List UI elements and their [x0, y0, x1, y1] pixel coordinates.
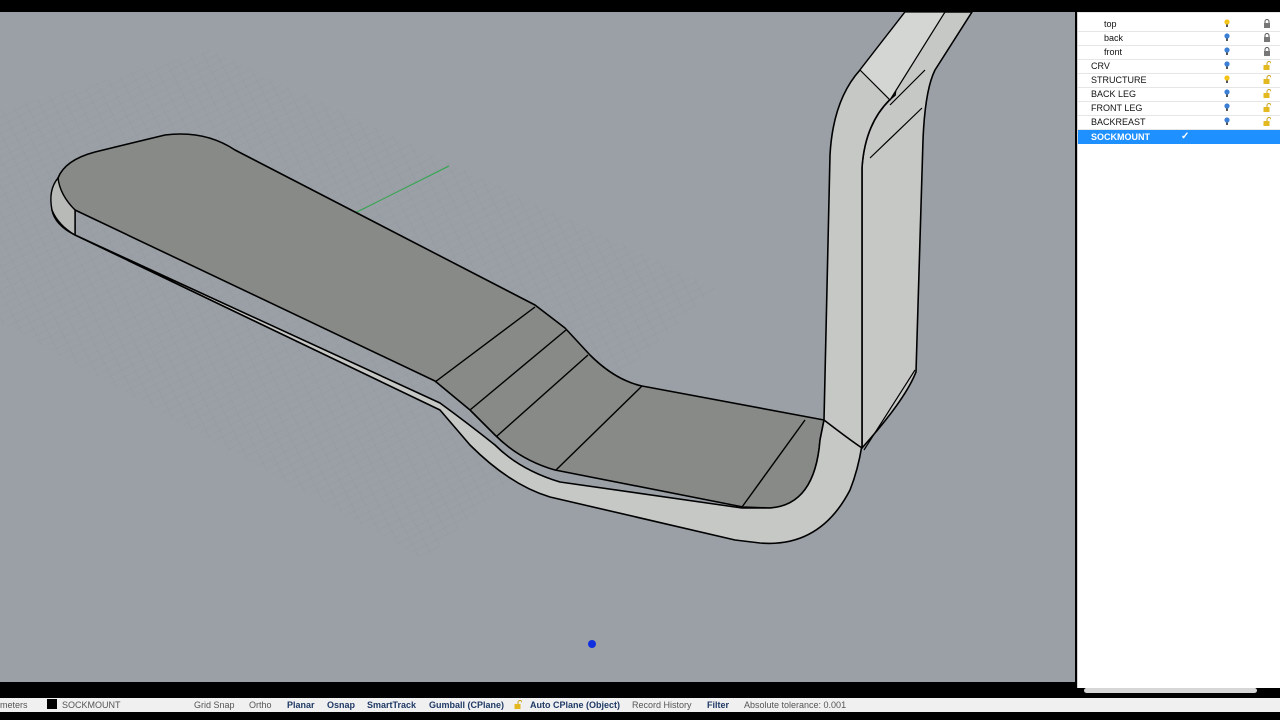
osnap-toggle[interactable]: Osnap: [327, 699, 355, 711]
lightbulb-icon[interactable]: [1224, 89, 1230, 97]
ortho-toggle[interactable]: Ortho: [249, 699, 272, 711]
tolerance-readout: Absolute tolerance: 0.001: [744, 700, 847, 710]
layer-name: top: [1104, 19, 1117, 29]
lock-icon: [514, 700, 522, 709]
unlock-icon[interactable]: [1263, 117, 1271, 126]
current-layer-readout[interactable]: SOCKMOUNT: [62, 699, 121, 711]
layer-name: BACKREAST: [1091, 117, 1146, 127]
filter-toggle[interactable]: Filter: [707, 699, 729, 711]
lock-icon[interactable]: [1263, 47, 1271, 56]
gumball-toggle[interactable]: Gumball (CPlane): [429, 699, 504, 711]
layer-color-swatch[interactable]: [47, 699, 57, 709]
layer-name: front: [1104, 47, 1123, 57]
lightbulb-icon[interactable]: [1224, 61, 1230, 69]
perspective-viewport[interactable]: [0, 12, 1075, 682]
layer-row-front-leg[interactable]: FRONT LEG: [1078, 101, 1280, 116]
layers-panel: top back front CRV STRUCTURE BACK LEG FR…: [1077, 12, 1280, 688]
layer-row-structure[interactable]: STRUCTURE: [1078, 73, 1280, 88]
unlock-icon[interactable]: [1263, 103, 1271, 112]
unlock-icon[interactable]: [1263, 89, 1271, 98]
layer-name: FRONT LEG: [1091, 103, 1143, 113]
lightbulb-icon[interactable]: [1224, 103, 1230, 111]
smarttrack-toggle[interactable]: SmartTrack: [367, 699, 416, 711]
lightbulb-icon[interactable]: [1224, 117, 1230, 125]
unlock-icon[interactable]: [1263, 75, 1271, 84]
units-readout[interactable]: meters: [0, 699, 28, 711]
current-layer-check-icon: ✓: [1181, 131, 1190, 142]
lock-icon[interactable]: [1263, 19, 1271, 28]
layers-horizontal-scrollbar[interactable]: [1084, 688, 1257, 693]
layer-row-sockmount[interactable]: SOCKMOUNT ✓: [1078, 130, 1280, 144]
layer-row-back[interactable]: back: [1078, 31, 1280, 46]
layer-name: back: [1104, 33, 1124, 43]
layer-name: BACK LEG: [1091, 89, 1137, 99]
layer-row-front[interactable]: front: [1078, 45, 1280, 60]
unlock-icon[interactable]: [1263, 61, 1271, 70]
lock-icon[interactable]: [1263, 33, 1271, 42]
layer-row-crv[interactable]: CRV: [1078, 59, 1280, 74]
layer-row-partial: [1078, 12, 1280, 13]
layer-name: SOCKMOUNT: [1091, 132, 1150, 142]
planar-toggle[interactable]: Planar: [287, 699, 315, 711]
lightbulb-icon[interactable]: [1224, 19, 1230, 27]
lightbulb-icon[interactable]: [1224, 33, 1230, 41]
grid-snap-toggle[interactable]: Grid Snap: [194, 699, 235, 711]
point-marker[interactable]: [588, 640, 596, 648]
record-history-toggle[interactable]: Record History: [632, 699, 692, 711]
layer-name: CRV: [1091, 61, 1110, 71]
lightbulb-icon[interactable]: [1224, 75, 1230, 83]
layer-row-back-leg[interactable]: BACK LEG: [1078, 87, 1280, 102]
auto-cplane-toggle[interactable]: Auto CPlane (Object): [530, 699, 620, 711]
viewport-canvas[interactable]: [0, 12, 1075, 682]
lightbulb-icon[interactable]: [1224, 47, 1230, 55]
layer-row-top[interactable]: top: [1078, 17, 1280, 32]
status-bar: meters SOCKMOUNT Grid Snap Ortho Planar …: [0, 698, 1280, 712]
layer-row-backreast[interactable]: BACKREAST: [1078, 115, 1280, 130]
layer-name: STRUCTURE: [1091, 75, 1147, 85]
